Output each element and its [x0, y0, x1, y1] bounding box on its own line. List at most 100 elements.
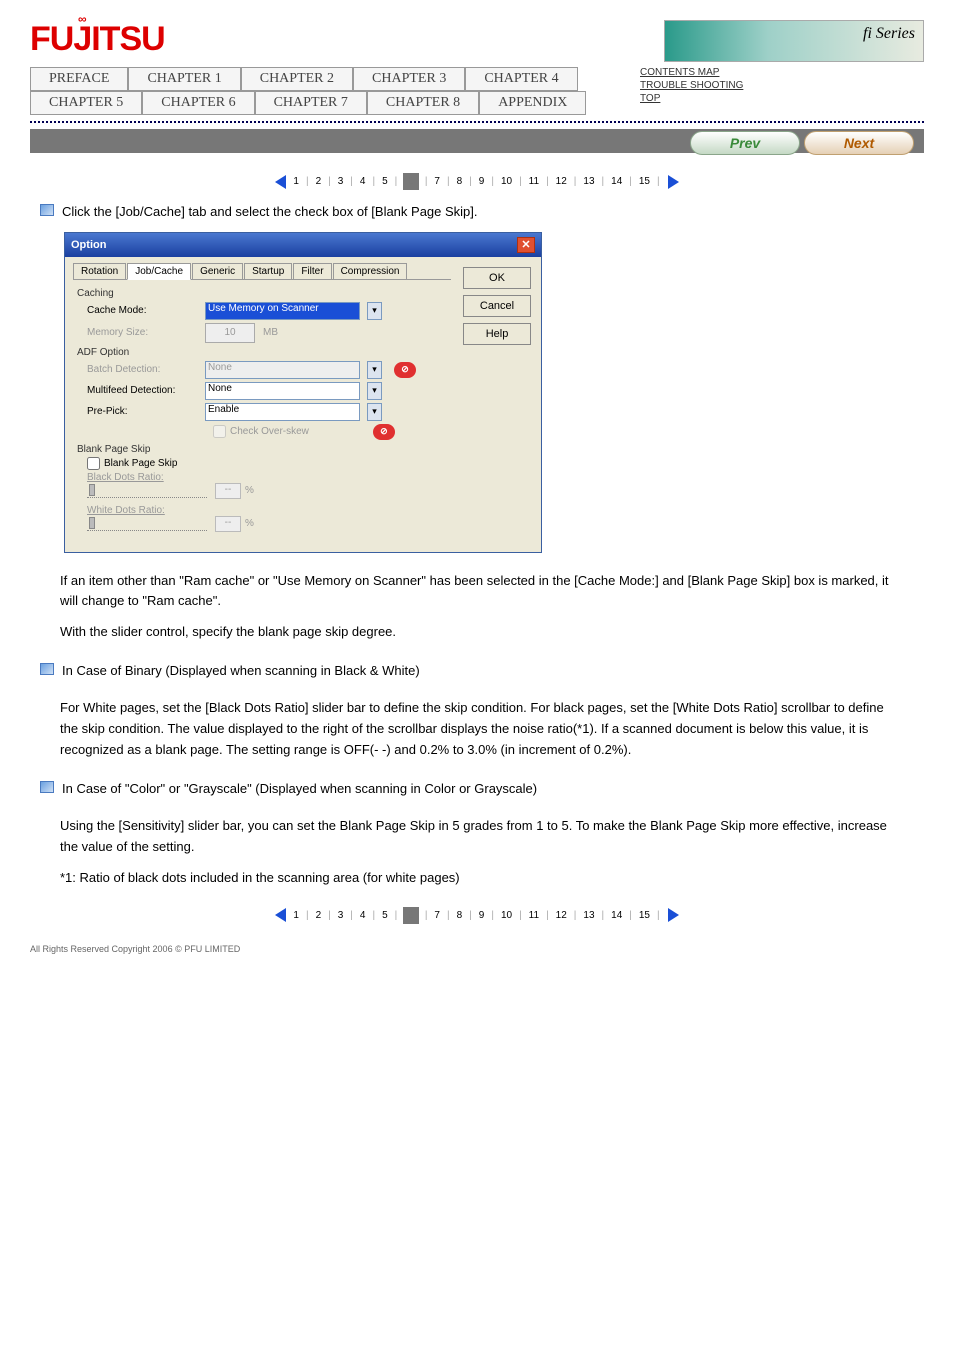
pager-bottom-prev-icon[interactable]: [275, 908, 286, 922]
main-nav: PREFACE CHAPTER 1 CHAPTER 2 CHAPTER 3 CH…: [0, 67, 620, 115]
caching-group-label: Caching: [77, 288, 451, 299]
ok-button[interactable]: OK: [463, 267, 531, 289]
adf-group-label: ADF Option: [77, 347, 451, 358]
side-nav: CONTENTS MAP TROUBLE SHOOTING TOP: [620, 67, 743, 106]
pager-next-icon[interactable]: [668, 175, 679, 189]
white-dots-percent: %: [245, 518, 254, 529]
black-dots-percent: %: [245, 485, 254, 496]
blank-page-skip-label: Blank Page Skip: [104, 458, 177, 469]
page-1[interactable]: 1: [292, 176, 300, 187]
cache-mode-dropdown-icon[interactable]: ▾: [367, 302, 382, 320]
paragraph-2: With the slider control, specify the bla…: [60, 622, 894, 643]
nav-chapter-1[interactable]: CHAPTER 1: [128, 67, 240, 91]
not-supported-icon: ⊘: [394, 362, 416, 378]
black-dots-label: Black Dots Ratio:: [87, 472, 451, 483]
multifeed-select[interactable]: None: [205, 382, 360, 400]
pager-bottom-next-icon[interactable]: [668, 908, 679, 922]
memory-size-unit: MB: [263, 327, 278, 338]
blank-page-skip-checkbox[interactable]: [87, 457, 100, 470]
nav-chapter-3[interactable]: CHAPTER 3: [353, 67, 465, 91]
bullet-icon-3: [40, 781, 54, 793]
nav-chapter-5[interactable]: CHAPTER 5: [30, 91, 142, 115]
section-1-text: Click the [Job/Cache] tab and select the…: [62, 202, 478, 222]
white-dots-value: --: [215, 516, 241, 532]
dialog-title: Option: [71, 239, 106, 251]
batch-detection-dropdown-icon: ▾: [367, 361, 382, 379]
page-11[interactable]: 11: [528, 176, 540, 187]
nav-chapter-2[interactable]: CHAPTER 2: [241, 67, 353, 91]
fi-series-banner: fi Series: [664, 20, 924, 62]
in-color-text: Using the [Sensitivity] slider bar, you …: [60, 816, 894, 858]
link-top[interactable]: TOP: [640, 93, 743, 104]
black-dots-value: --: [215, 483, 241, 499]
page-15[interactable]: 15: [638, 176, 651, 187]
dialog-titlebar: Option ✕: [65, 233, 541, 257]
pager-top: 1| 2| 3| 4| 5| 6| 7| 8| 9| 10| 11| 12| 1…: [0, 173, 954, 190]
tab-rotation[interactable]: Rotation: [73, 263, 126, 279]
bullet-icon: [40, 204, 54, 216]
nav-preface[interactable]: PREFACE: [30, 67, 128, 91]
paragraph-1: If an item other than "Ram cache" or "Us…: [60, 571, 894, 613]
page-10[interactable]: 10: [500, 176, 513, 187]
tab-generic[interactable]: Generic: [192, 263, 243, 279]
tab-compression[interactable]: Compression: [333, 263, 408, 279]
cache-mode-select[interactable]: Use Memory on Scanner: [205, 302, 360, 320]
nav-chapter-6[interactable]: CHAPTER 6: [142, 91, 254, 115]
in-binary-text: For White pages, set the [Black Dots Rat…: [60, 698, 894, 760]
close-icon[interactable]: ✕: [517, 237, 535, 253]
check-overskew-label: Check Over-skew: [230, 426, 309, 437]
dialog-tabs: Rotation Job/Cache Generic Startup Filte…: [73, 263, 451, 280]
page-14[interactable]: 14: [610, 176, 623, 187]
nav-chapter-7[interactable]: CHAPTER 7: [255, 91, 367, 115]
page-8[interactable]: 8: [456, 176, 464, 187]
multifeed-dropdown-icon[interactable]: ▾: [367, 382, 382, 400]
prepick-select[interactable]: Enable: [205, 403, 360, 421]
tab-startup[interactable]: Startup: [244, 263, 292, 279]
tab-filter[interactable]: Filter: [293, 263, 331, 279]
not-supported-icon-2: ⊘: [373, 424, 395, 440]
multifeed-label: Multifeed Detection:: [87, 385, 197, 396]
nav-chapter-8[interactable]: CHAPTER 8: [367, 91, 479, 115]
page-4[interactable]: 4: [359, 176, 367, 187]
cancel-button[interactable]: Cancel: [463, 295, 531, 317]
copyright: All Rights Reserved Copyright 2006 © PFU…: [30, 944, 240, 954]
footer: All Rights Reserved Copyright 2006 © PFU…: [30, 944, 924, 954]
batch-detection-select: None: [205, 361, 360, 379]
page-6-current: 6: [403, 173, 419, 190]
batch-detection-label: Batch Detection:: [87, 364, 197, 375]
page-9[interactable]: 9: [478, 176, 486, 187]
fujitsu-logo: ∞ FUJITSU: [30, 20, 165, 59]
page-13[interactable]: 13: [582, 176, 595, 187]
tab-job-cache[interactable]: Job/Cache: [127, 263, 191, 280]
pager-prev-icon[interactable]: [275, 175, 286, 189]
prepick-dropdown-icon[interactable]: ▾: [367, 403, 382, 421]
memory-size-label: Memory Size:: [87, 327, 197, 338]
page-3[interactable]: 3: [337, 176, 345, 187]
cache-mode-label: Cache Mode:: [87, 305, 197, 316]
in-binary-heading: In Case of Binary (Displayed when scanni…: [62, 661, 420, 681]
pager-bottom: 1| 2| 3| 4| 5| 6| 7| 8| 9| 10| 11| 12| 1…: [0, 907, 954, 924]
page-2[interactable]: 2: [315, 176, 323, 187]
link-trouble-shooting[interactable]: TROUBLE SHOOTING: [640, 80, 743, 91]
link-contents-map[interactable]: CONTENTS MAP: [640, 67, 743, 78]
prepick-label: Pre-Pick:: [87, 406, 197, 417]
bullet-icon-2: [40, 663, 54, 675]
black-dots-slider[interactable]: [87, 484, 207, 498]
page-12[interactable]: 12: [555, 176, 568, 187]
page-5[interactable]: 5: [381, 176, 389, 187]
white-dots-label: White Dots Ratio:: [87, 505, 451, 516]
white-dots-slider[interactable]: [87, 517, 207, 531]
in-color-heading: In Case of "Color" or "Grayscale" (Displ…: [62, 779, 537, 799]
divider-dots: [30, 121, 924, 123]
check-overskew-checkbox: [213, 425, 226, 438]
blank-page-skip-header: Blank Page Skip: [77, 444, 451, 455]
prev-button[interactable]: Prev: [690, 131, 800, 155]
help-button[interactable]: Help: [463, 323, 531, 345]
nav-chapter-4[interactable]: CHAPTER 4: [465, 67, 577, 91]
page-7[interactable]: 7: [433, 176, 441, 187]
nav-appendix[interactable]: APPENDIX: [479, 91, 586, 115]
memory-size-input: 10: [205, 323, 255, 343]
footnote: *1: Ratio of black dots included in the …: [60, 868, 894, 889]
option-dialog: Option ✕ Rotation Job/Cache Generic Star…: [64, 232, 542, 553]
next-button[interactable]: Next: [804, 131, 914, 155]
